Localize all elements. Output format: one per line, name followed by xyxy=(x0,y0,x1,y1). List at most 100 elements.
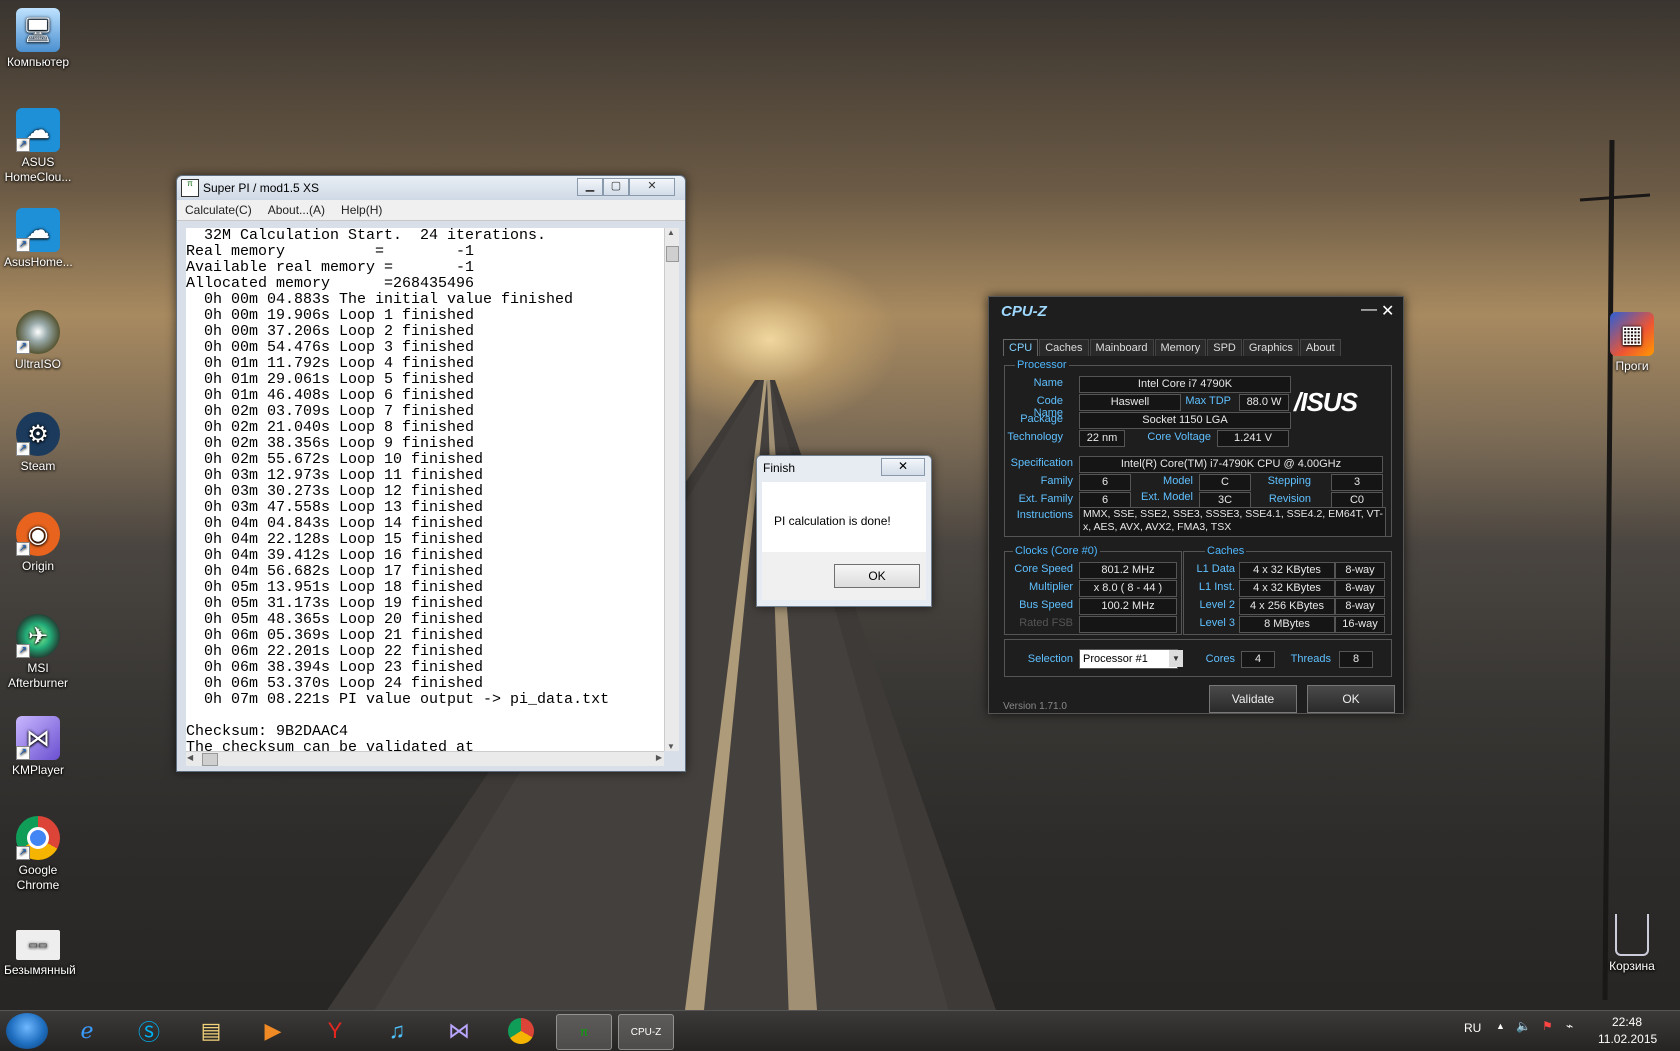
finish-footer: OK xyxy=(762,552,926,600)
menu-about[interactable]: About...(A) xyxy=(260,203,333,217)
ie-icon[interactable]: ℯ xyxy=(60,1014,114,1048)
specification-label: Specification xyxy=(1010,457,1073,469)
ultraiso-icon: ↗ xyxy=(16,310,60,354)
cpuz-ok-button[interactable]: OK xyxy=(1307,685,1395,713)
desktop-icon-asus-homecloud[interactable]: ☁ ↗ ASUS HomeClou... xyxy=(4,108,72,185)
console-line: Allocated memory =268435496 xyxy=(186,275,475,292)
console-line: 0h 03m 47.558s Loop 13 finished xyxy=(186,499,484,516)
desktop-icon-steam[interactable]: ⚙ ↗ Steam xyxy=(4,412,72,474)
corespeed-value: 801.2 MHz xyxy=(1079,562,1177,579)
family-label: Family xyxy=(1040,475,1073,487)
scroll-right-icon[interactable]: ▶ xyxy=(656,753,662,762)
clock-date[interactable]: 11.02.2015 xyxy=(1598,1032,1657,1046)
tab-memory[interactable]: Memory xyxy=(1154,339,1207,356)
tab-caches[interactable]: Caches xyxy=(1039,339,1089,356)
yandex-icon[interactable]: Y xyxy=(308,1014,362,1048)
network-icon[interactable]: ⚑ xyxy=(1542,1019,1553,1033)
threads-value: 8 xyxy=(1339,651,1373,668)
chrome-icon[interactable] xyxy=(494,1014,548,1048)
name-label: Name xyxy=(1033,377,1063,389)
close-button[interactable]: ✕ xyxy=(629,178,675,196)
itunes-icon[interactable]: ♫ xyxy=(370,1014,424,1048)
selection-label: Selection xyxy=(1027,653,1073,665)
l3-label: Level 3 xyxy=(1199,617,1235,629)
finish-dialog[interactable]: Finish ✕ PI calculation is done! OK xyxy=(756,455,932,607)
desktop-icon-asushome[interactable]: ☁ ↗ AsusHome... xyxy=(4,208,73,270)
cpuz-minimize-button[interactable]: — xyxy=(1361,301,1377,319)
explorer-icon[interactable]: ▤ xyxy=(184,1014,238,1048)
console-line: 0h 04m 04.843s Loop 14 finished xyxy=(186,515,484,532)
vertical-scrollbar[interactable]: ▲ ▼ xyxy=(664,228,679,751)
menu-help[interactable]: Help(H) xyxy=(333,203,390,217)
superpi-icon[interactable]: π xyxy=(556,1014,612,1050)
language-indicator[interactable]: RU xyxy=(1464,1021,1481,1035)
processor-select[interactable]: Processor #1 xyxy=(1079,649,1178,669)
desktop-icon-msi-afterburner[interactable]: ✈ ↗ MSI Afterburner xyxy=(4,614,72,691)
console-line: 0h 06m 22.201s Loop 22 finished xyxy=(186,643,484,660)
package-value: Socket 1150 LGA xyxy=(1079,412,1291,429)
validate-button[interactable]: Validate xyxy=(1209,685,1297,713)
power-icon[interactable]: ⌁ xyxy=(1566,1019,1573,1033)
menu-calculate[interactable]: Calculate(C) xyxy=(177,203,260,217)
desktop-icon-origin[interactable]: ◉ ↗ Origin xyxy=(4,512,72,574)
media-player-icon[interactable]: ▶ xyxy=(246,1014,300,1048)
cpuz-title: CPU-Z xyxy=(1001,303,1047,320)
console-line: 0h 00m 04.883s The initial value finishe… xyxy=(186,291,574,308)
tab-cpu[interactable]: CPU xyxy=(1003,339,1039,356)
desktop-icon-label: ASUS HomeClou... xyxy=(4,155,72,184)
revision-label: Revision xyxy=(1268,493,1311,505)
superpi-output: 32M Calculation Start. 24 iterations. Rea… xyxy=(186,228,666,751)
volume-icon[interactable]: 🔈 xyxy=(1516,1019,1531,1033)
cpuz-close-button[interactable]: ✕ xyxy=(1381,301,1394,321)
desktop-icon-ultraiso[interactable]: ↗ UltraISO xyxy=(4,310,72,372)
busspeed-label: Bus Speed xyxy=(1019,599,1073,611)
finish-close-button[interactable]: ✕ xyxy=(881,458,925,476)
superpi-app-icon: π xyxy=(181,179,199,197)
desktop-icon-label: MSI Afterburner xyxy=(7,661,69,690)
desktop-icon-image[interactable]: ▭▭ Безымянный xyxy=(4,930,76,978)
minimize-button[interactable]: ▁ xyxy=(577,178,603,196)
horizontal-scrollbar[interactable]: ◀ ▶ xyxy=(186,751,664,766)
console-line: 0h 05m 48.365s Loop 20 finished xyxy=(186,611,484,628)
cpuz-version: Version 1.71.0 xyxy=(1003,701,1067,712)
superpi-window[interactable]: π Super PI / mod1.5 XS ▁ ▢ ✕ Calculate(C… xyxy=(176,175,686,772)
finish-ok-button[interactable]: OK xyxy=(834,564,920,588)
cpuz-window[interactable]: CPU-Z — ✕ CPU Caches Mainboard Memory SP… xyxy=(988,296,1404,714)
l1i-label: L1 Inst. xyxy=(1198,581,1235,593)
scroll-down-icon[interactable]: ▼ xyxy=(667,742,675,751)
cpuz-tabs: CPU Caches Mainboard Memory SPD Graphics… xyxy=(1003,339,1342,356)
tab-spd[interactable]: SPD xyxy=(1207,339,1242,356)
tab-graphics[interactable]: Graphics xyxy=(1242,339,1299,356)
kmplayer-icon[interactable]: ⋈ xyxy=(432,1014,486,1048)
console-line: 0h 07m 08.221s PI value output -> pi_dat… xyxy=(186,691,610,708)
superpi-menubar: Calculate(C) About...(A) Help(H) xyxy=(177,200,685,221)
desktop-icon-recycle-bin[interactable]: Корзина xyxy=(1598,914,1666,974)
multiplier-label: Multiplier xyxy=(1028,581,1073,593)
cpuz-icon[interactable]: CPU-Z xyxy=(618,1014,674,1050)
desktop-icon-computer[interactable]: 🖥 Компьютер xyxy=(4,8,72,70)
chevron-down-icon[interactable]: ▼ xyxy=(1169,650,1183,667)
msi-afterburner-icon: ✈ ↗ xyxy=(16,614,60,658)
console-line: Available real memory = -1 xyxy=(186,259,475,276)
multiplier-value: x 8.0 ( 8 - 44 ) xyxy=(1079,580,1177,597)
scroll-left-icon[interactable]: ◀ xyxy=(187,753,193,762)
desktop-icon-chrome[interactable]: ↗ Google Chrome xyxy=(4,816,72,893)
technology-value: 22 nm xyxy=(1079,430,1125,447)
scroll-thumb-h[interactable] xyxy=(202,753,218,766)
desktop-icon-progi[interactable]: ▦ Проги xyxy=(1598,312,1666,374)
scroll-thumb[interactable] xyxy=(666,246,679,262)
l1i-way: 8-way xyxy=(1335,580,1385,597)
skype-icon[interactable]: Ⓢ xyxy=(122,1014,176,1048)
maximize-button[interactable]: ▢ xyxy=(603,178,629,196)
clock-time[interactable]: 22:48 xyxy=(1612,1015,1642,1029)
show-hidden-icons[interactable]: ▲ xyxy=(1496,1021,1505,1031)
tab-mainboard[interactable]: Mainboard xyxy=(1089,339,1154,356)
maxtdp-label: Max TDP xyxy=(1185,395,1231,407)
scroll-up-icon[interactable]: ▲ xyxy=(667,228,675,237)
tab-about[interactable]: About xyxy=(1299,339,1341,356)
superpi-titlebar[interactable]: π Super PI / mod1.5 XS ▁ ▢ ✕ xyxy=(177,176,685,200)
start-button[interactable] xyxy=(6,1013,48,1049)
desktop-icon-kmplayer[interactable]: ⋈ ↗ KMPlayer xyxy=(4,716,72,778)
technology-label: Technology xyxy=(1007,431,1063,443)
console-line: 0h 00m 19.906s Loop 1 finished xyxy=(186,307,475,324)
